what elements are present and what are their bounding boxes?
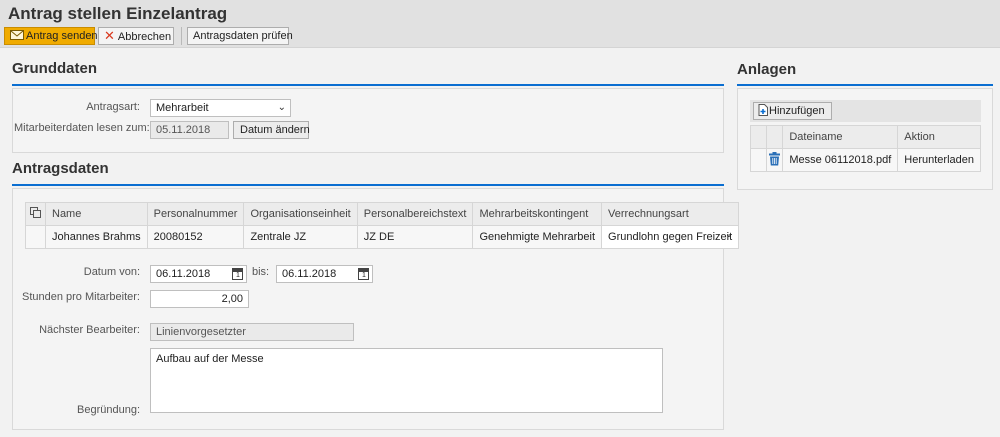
section-title-grunddaten: Grunddaten	[12, 60, 97, 77]
icon-column-header	[765, 125, 784, 149]
title-bar: Antrag stellen Einzelantrag Antrag sende…	[0, 0, 1000, 48]
employee-date-label: Mitarbeiterdaten lesen zum:	[14, 122, 150, 134]
cancel-icon: ✕	[104, 28, 115, 43]
request-type-value: Mehrarbeit	[156, 102, 209, 114]
reason-textarea[interactable]: Aufbau auf der Messe	[150, 348, 663, 413]
table-row[interactable]: Messe 06112018.pdf Herunterladen	[750, 148, 981, 172]
send-request-button[interactable]: Antrag senden	[4, 27, 98, 45]
section-divider	[737, 84, 993, 86]
cell-org: Zentrale JZ	[243, 225, 358, 249]
row-selector[interactable]	[750, 148, 767, 172]
delete-attachment-button[interactable]	[765, 148, 784, 172]
send-icon	[10, 30, 24, 40]
next-processor-label: Nächster Bearbeiter:	[39, 324, 140, 336]
cell-kontingent: Genehmigte Mehrarbeit	[472, 225, 603, 249]
column-header[interactable]: Verrechnungsart	[601, 202, 740, 226]
page-title: Antrag stellen Einzelantrag	[8, 4, 228, 23]
row-selector[interactable]	[25, 225, 46, 249]
table-header-row: Dateiname Aktion	[750, 125, 981, 149]
date-from-value: 06.11.2018	[156, 268, 211, 280]
request-type-select[interactable]: Mehrarbeit ⌄	[150, 99, 291, 117]
cell-personalnummer: 20080152	[146, 225, 245, 249]
employee-table: Name Personalnummer Organisationseinheit…	[25, 202, 740, 249]
column-settings-cell[interactable]	[25, 202, 46, 226]
cancel-button[interactable]: ✕ Abbrechen	[98, 27, 174, 45]
cancel-label: Abbrechen	[117, 31, 172, 43]
section-divider	[12, 84, 724, 86]
add-attachment-label: Hinzufügen	[769, 105, 825, 117]
column-header[interactable]: Name	[45, 202, 148, 226]
column-header[interactable]: Dateiname	[782, 125, 899, 149]
add-attachment-icon	[758, 104, 768, 116]
calendar-icon[interactable]: 1	[232, 268, 243, 280]
reason-label: Begründung:	[77, 404, 140, 416]
billing-type-select[interactable]: Grundlohn gegen Freizeit ⌄	[601, 225, 740, 249]
row-selector-header	[750, 125, 767, 149]
date-to-field[interactable]: 06.11.2018 1	[276, 265, 373, 283]
date-from-label: Datum von:	[83, 266, 140, 278]
calendar-icon[interactable]: 1	[358, 268, 369, 280]
table-header-row: Name Personalnummer Organisationseinheit…	[25, 202, 740, 226]
check-request-label: Antragsdaten prüfen	[193, 30, 293, 42]
section-title-antragsdaten: Antragsdaten	[12, 160, 109, 177]
download-link[interactable]: Herunterladen	[897, 148, 981, 172]
hours-label: Stunden pro Mitarbeiter:	[21, 291, 140, 303]
cell-name: Johannes Brahms	[45, 225, 148, 249]
section-title-anlagen: Anlagen	[737, 61, 797, 78]
column-settings-icon	[30, 207, 41, 218]
column-header[interactable]: Organisationseinheit	[243, 202, 358, 226]
billing-type-value: Grundlohn gegen Freizeit	[608, 231, 733, 243]
column-header[interactable]: Personalnummer	[146, 202, 245, 226]
request-type-label: Antragsart:	[86, 101, 140, 113]
cell-filename: Messe 06112018.pdf	[782, 148, 899, 172]
column-header[interactable]: Aktion	[897, 125, 981, 149]
table-row[interactable]: Johannes Brahms 20080152 Zentrale JZ JZ …	[25, 225, 740, 249]
attachments-table: Dateiname Aktion Messe 06112018.pdf Heru…	[750, 125, 981, 172]
grunddaten-panel	[12, 88, 724, 153]
date-to-value: 06.11.2018	[282, 268, 337, 280]
date-from-field[interactable]: 06.11.2018 1	[150, 265, 247, 283]
employee-date-field: 05.11.2018	[150, 121, 229, 139]
column-header[interactable]: Mehrarbeitskontingent	[472, 202, 603, 226]
add-attachment-button[interactable]: Hinzufügen	[753, 102, 832, 120]
change-date-button[interactable]: Datum ändern	[233, 121, 310, 139]
check-request-button[interactable]: Antragsdaten prüfen	[187, 27, 293, 45]
column-header[interactable]: Personalbereichstext	[356, 202, 474, 226]
hours-field[interactable]: 2,00	[150, 290, 249, 308]
toolbar-separator	[181, 27, 182, 45]
section-divider	[12, 184, 724, 186]
chevron-down-icon: ⌄	[277, 102, 286, 113]
chevron-down-icon: ⌄	[724, 229, 734, 240]
send-request-label: Antrag senden	[26, 30, 98, 42]
cell-bereich: JZ DE	[356, 225, 474, 249]
date-to-label: bis:	[252, 266, 270, 278]
trash-icon	[768, 151, 780, 165]
next-processor-field: Linienvorgesetzter	[150, 323, 354, 341]
